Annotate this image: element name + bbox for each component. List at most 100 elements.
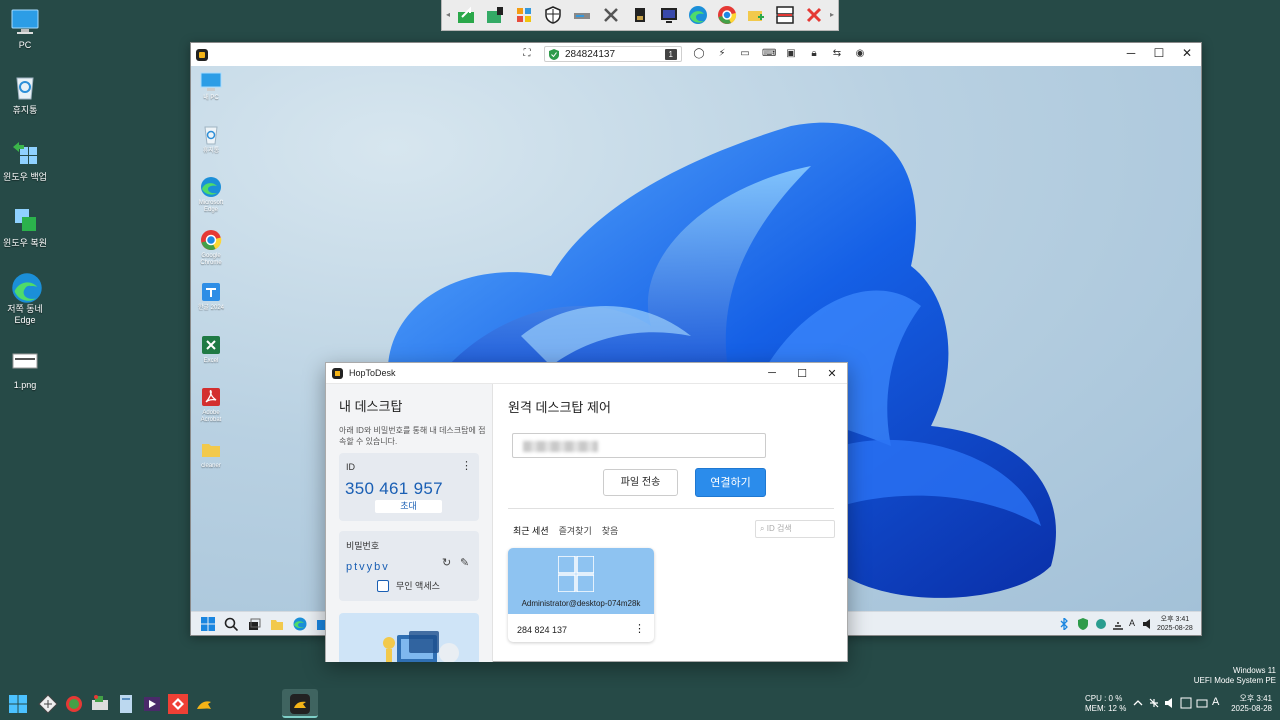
chat-icon[interactable]: ◯ [693,48,705,60]
unattended-access-checkbox[interactable] [377,580,389,592]
anydesk-app-icon[interactable] [168,694,188,714]
desktop-icon-pc[interactable]: PC [0,7,52,51]
chrome-icon[interactable] [714,2,739,28]
promo-banner[interactable] [339,613,479,662]
share-icon[interactable] [454,2,479,28]
refresh-icon[interactable]: ↻ [442,556,451,569]
sdcard-icon[interactable] [628,2,653,28]
remote-titlebar[interactable]: ⛶ 284824137 1 ◯ ⚡ ▭ ⌨ ▣ 🔒︎ ⇆ ◉ ─ ☐ ✕ [191,43,1201,66]
ime-indicator[interactable]: A [1129,618,1135,628]
desktop-icon-image-file[interactable]: 1.png [0,347,52,391]
session-id-pill[interactable]: 284824137 1 [544,46,682,62]
maximize-button[interactable]: ☐ [1145,43,1173,63]
desktop-icon-recycle-bin[interactable]: 휴지통 [0,72,52,116]
shield-check-icon [549,48,559,60]
remote-icon-recycle-bin[interactable]: 휴지통 [193,124,229,155]
edit-pencil-icon[interactable]: ✎ [460,556,469,569]
unattended-access-label[interactable]: 무인 액세스 [396,579,440,592]
lightning-icon[interactable]: ⚡ [716,48,728,60]
disk-icon[interactable] [570,2,595,28]
remote-icon-hangul[interactable]: 한글 2024 [193,281,229,312]
shield-tray-icon[interactable] [1078,618,1088,630]
network-tray-icon[interactable] [1148,697,1160,709]
clock[interactable]: 오후 3:41 2025-08-28 [1231,694,1272,714]
remote-icon-chrome[interactable]: Google Chrome [193,229,229,267]
search-icon[interactable] [224,617,238,631]
maximize-button[interactable]: ☐ [787,363,817,383]
network-app-icon[interactable] [90,694,110,714]
shield-icon[interactable] [541,2,566,28]
registry-icon[interactable] [512,2,537,28]
hoptodesk-titlebar[interactable]: HopToDesk ─ ☐ ✕ [326,363,847,384]
connect-button[interactable]: 연결하기 [695,468,766,497]
system-tray[interactable]: CPU : 0 % MEM: 12 % [1085,694,1126,714]
start-icon[interactable] [8,694,28,714]
remote-id-input[interactable] [512,433,766,458]
minimize-button[interactable]: ─ [757,363,787,383]
folder-add-icon[interactable] [743,2,768,28]
tab-recent-sessions[interactable]: 최근 세션 [513,524,549,537]
edge-icon[interactable] [685,2,710,28]
keyboard-tray-icon[interactable] [1196,697,1208,709]
task-view-icon[interactable] [247,617,261,631]
globe-app-icon[interactable] [64,694,84,714]
document-app-icon[interactable] [116,694,136,714]
toolbar-grip-icon[interactable]: ▸ [830,5,834,25]
backup-icon [10,139,40,169]
remote-icon-my-pc[interactable]: 내 PC [193,71,229,102]
close-button[interactable]: ✕ [817,363,847,383]
transfer-icon[interactable]: ⇆ [831,48,843,60]
file-explorer-icon[interactable] [270,617,284,631]
volume-icon[interactable] [1164,697,1176,709]
my-id-value[interactable]: 350 461 957 [345,479,479,499]
start-icon[interactable] [201,617,215,631]
volume-icon[interactable] [1142,618,1154,630]
my-desktop-heading: 내 데스크탑 [339,399,403,414]
invite-button[interactable]: 초대 [375,500,442,513]
desktop-icon-backup[interactable]: 윈도우 백업 [0,139,52,183]
my-desktop-description: 아래 ID와 비밀번호를 통해 내 데스크탑에 접속할 수 있습니다. [339,426,486,446]
minimize-button[interactable]: ─ [1117,43,1145,63]
tools-icon[interactable] [599,2,624,28]
id-search-input[interactable]: ⌕ ID 검색 [755,520,835,538]
remote-clock[interactable]: 오후 3:41 2025-08-28 [1157,615,1193,633]
remote-icon-excel[interactable]: Excel [193,334,229,365]
file-transfer-button[interactable]: 파일 전송 [603,469,678,496]
tools-diamond-icon[interactable] [38,694,58,714]
tab-discovered[interactable]: 찾음 [602,524,619,537]
lock-icon[interactable]: 🔒︎ [808,48,820,60]
keyboard-icon[interactable]: ⌨ [762,48,776,60]
desktop-icon-restore[interactable]: 윈도우 복원 [0,205,52,249]
record-icon[interactable]: ▣ [785,48,797,60]
more-options-icon[interactable]: ⋮ [461,459,472,472]
media-app-icon[interactable] [142,694,162,714]
session-more-icon[interactable]: ⋮ [634,622,645,635]
toolbar-grip-icon[interactable]: ◂ [446,5,450,25]
network-icon[interactable] [483,2,508,28]
taskbar-hoptodesk-button[interactable] [282,689,318,718]
tab-favorites[interactable]: 즐겨찾기 [559,524,592,537]
remote-icon-cleaner[interactable]: cleaner [193,439,229,470]
ime-indicator[interactable]: A [1212,696,1219,708]
edge-icon[interactable] [293,617,307,631]
bluetooth-icon[interactable] [1060,618,1069,630]
close-x-icon[interactable] [801,2,826,28]
tray-grid-icon[interactable] [1180,697,1192,709]
session-id: 284824137 [565,48,616,60]
remote-icon-acrobat[interactable]: Adobe Acrobat [193,386,229,424]
chevron-up-icon[interactable] [1133,698,1143,708]
monitor-number[interactable]: 1 [664,48,677,60]
fullscreen-icon[interactable]: ⛶ [521,48,533,60]
tray-app-icon[interactable] [1095,618,1107,630]
kangaroo-app-icon[interactable] [194,694,214,714]
session-id: 284 824 137 [517,625,568,635]
display-icon[interactable] [656,2,681,28]
network-tray-icon[interactable] [1112,618,1124,630]
desktop-icon-edge[interactable]: 저쪽 동네 Edge [0,271,52,326]
remote-icon-edge[interactable]: Microsoft Edge [193,176,229,214]
close-button[interactable]: ✕ [1173,43,1201,63]
display-icon[interactable]: ▭ [739,48,751,60]
session-card[interactable]: Administrator@desktop-074m28k 284 824 13… [508,548,654,642]
eye-icon[interactable]: ◉ [854,48,866,60]
split-icon[interactable] [772,2,797,28]
